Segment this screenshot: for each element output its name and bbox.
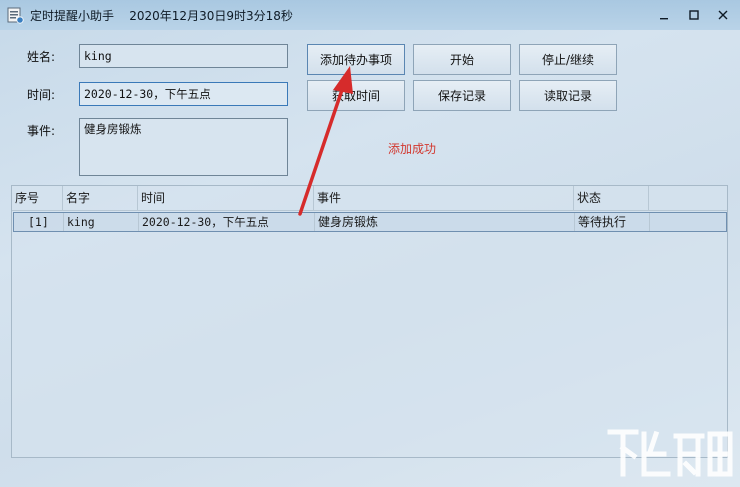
window-title: 定时提醒小助手 2020年12月30日9时3分18秒 (30, 9, 293, 23)
status-message: 添加成功 (388, 142, 437, 156)
watermark-logo (607, 429, 733, 477)
calendar-app-icon (7, 7, 24, 24)
cell-time: 2020-12-30，下午五点 (139, 213, 315, 231)
name-field[interactable]: king (79, 44, 288, 68)
table-row[interactable]: [1] king 2020-12-30，下午五点 健身房锻炼 等待执行 (13, 212, 727, 232)
col-header-status[interactable]: 状态 (574, 186, 649, 210)
stop-continue-button[interactable]: 停止/继续 (519, 44, 617, 75)
todo-list[interactable]: 序号 名字 时间 事件 状态 [1] king 2020-12-30，下午五点 … (11, 185, 728, 458)
time-label: 时间: (27, 88, 56, 102)
name-label: 姓名: (27, 50, 56, 64)
event-label: 事件: (27, 124, 56, 138)
read-records-button[interactable]: 读取记录 (519, 80, 617, 111)
maximize-icon[interactable] (685, 6, 703, 24)
close-icon[interactable] (714, 6, 732, 24)
start-button[interactable]: 开始 (413, 44, 511, 75)
col-header-name[interactable]: 名字 (63, 186, 138, 210)
minimize-icon[interactable] (655, 6, 673, 24)
cell-index: [1] (14, 213, 64, 231)
col-header-event[interactable]: 事件 (314, 186, 574, 210)
time-field[interactable]: 2020-12-30，下午五点 (79, 82, 288, 106)
cell-name: king (64, 213, 139, 231)
cell-event: 健身房锻炼 (315, 213, 575, 231)
title-bar: 定时提醒小助手 2020年12月30日9时3分18秒 (0, 0, 740, 30)
get-time-button[interactable]: 获取时间 (307, 80, 405, 111)
col-header-index[interactable]: 序号 (12, 186, 63, 210)
add-todo-button[interactable]: 添加待办事项 (307, 44, 405, 75)
save-records-button[interactable]: 保存记录 (413, 80, 511, 111)
cell-status: 等待执行 (575, 213, 650, 231)
col-header-time[interactable]: 时间 (138, 186, 314, 210)
list-header: 序号 名字 时间 事件 状态 (12, 186, 727, 211)
event-textarea[interactable]: 健身房锻炼 (79, 118, 288, 176)
